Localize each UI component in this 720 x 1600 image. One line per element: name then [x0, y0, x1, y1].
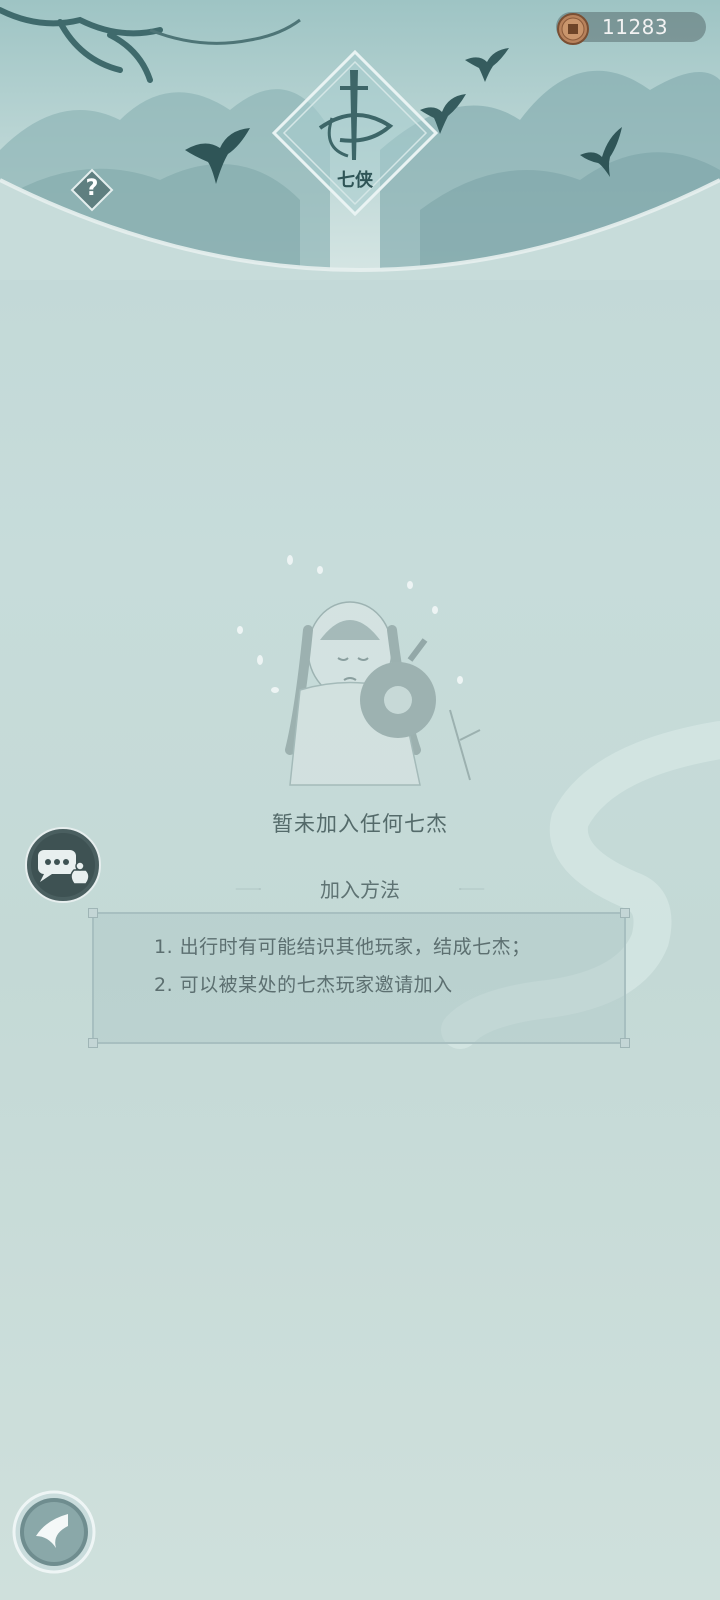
divider-right — [458, 888, 485, 890]
empty-state-text: 暂未加入任何七杰 — [272, 812, 448, 836]
join-method-line-2: 2. 可以被某处的七杰玩家邀请加入 — [154, 974, 453, 996]
currency-amount: 11283 — [602, 15, 669, 39]
faction-emblem: 七侠 — [270, 48, 440, 218]
box-corner — [88, 908, 98, 918]
currency-display: 11283 — [556, 12, 706, 45]
back-arrow-icon — [12, 1490, 96, 1574]
emblem-title: 七侠 — [337, 170, 373, 191]
join-method-title: 加入方法 — [320, 878, 400, 902]
copper-coin-icon — [557, 13, 589, 45]
box-corner — [88, 1038, 98, 1048]
box-corner — [620, 908, 630, 918]
help-label: ? — [85, 176, 99, 201]
join-method-line-1: 1. 出行时有可能结识其他玩家，结成七杰； — [154, 936, 531, 958]
box-corner — [620, 1038, 630, 1048]
help-button[interactable]: ? — [70, 168, 114, 212]
header-banner: 七侠 ? 11283 — [0, 0, 720, 280]
sad-character-illustration — [220, 540, 510, 800]
back-button[interactable] — [12, 1490, 96, 1574]
sword-emblem-icon — [271, 49, 439, 217]
join-method-box: 1. 出行时有可能结识其他玩家，结成七杰； 2. 可以被某处的七杰玩家邀请加入 — [88, 908, 630, 1048]
